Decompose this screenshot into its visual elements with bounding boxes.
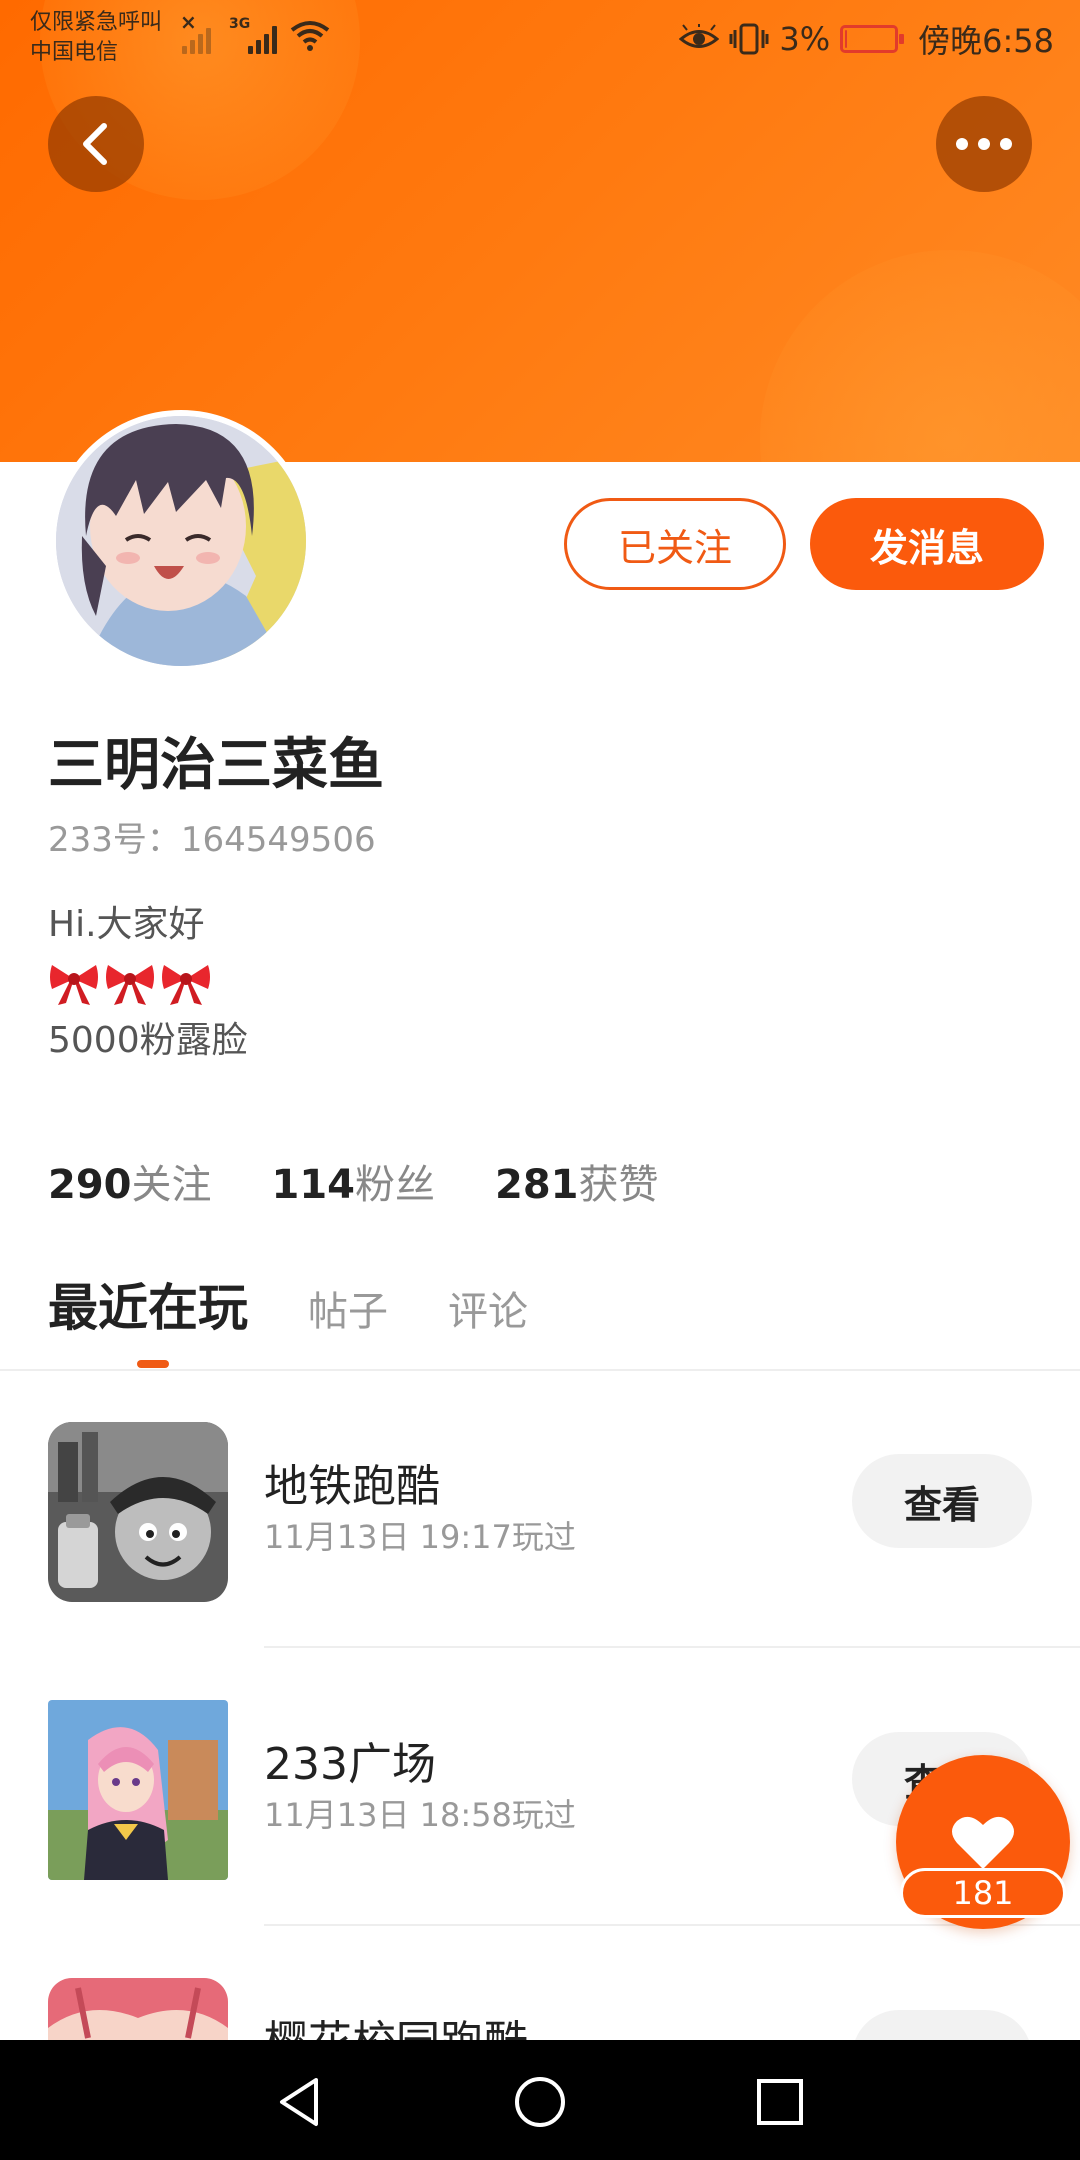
wifi-icon <box>290 21 330 51</box>
vibrate-icon <box>729 23 769 55</box>
bow-ribbon-icon <box>162 965 210 1005</box>
likes-stat[interactable]: 281获赞 <box>495 1152 659 1210</box>
carrier-info: 仅限紧急呼叫 中国电信 <box>30 8 162 68</box>
battery-percent: 3% <box>779 20 831 58</box>
status-right-group: 3% 傍晚6:58 <box>679 14 1054 64</box>
profile-screen: { "status_bar": { "carrier_line1": "仅限紧急… <box>0 0 1080 2160</box>
bow-ribbon-icon <box>50 965 98 1005</box>
stat-label: 粉丝 <box>355 1162 435 1208</box>
nav-back-button[interactable] <box>260 2062 340 2142</box>
stat-number: 114 <box>271 1162 356 1208</box>
game-last-played: 11月13日 19:17玩过 <box>264 1518 576 1556</box>
battery-icon <box>840 25 905 53</box>
circle-home-icon <box>515 2077 565 2127</box>
carrier-line-2: 中国电信 <box>30 40 119 65</box>
view-game-button[interactable]: 查看 <box>852 1454 1032 1548</box>
heart-icon <box>952 1816 1014 1869</box>
back-button[interactable] <box>48 96 144 192</box>
user-id: 233号：164549506 <box>48 820 376 860</box>
bio-line-1: Hi.大家好 <box>48 904 205 945</box>
bio-emoji-row <box>48 954 248 1012</box>
status-bar: 仅限紧急呼叫 中国电信 × 3G 3% 傍晚6:58 <box>0 0 1080 76</box>
233-plaza-game-icon <box>48 1700 228 1880</box>
list-divider <box>264 1646 1080 1648</box>
game-title: 233广场 <box>264 1739 436 1790</box>
following-stat[interactable]: 290关注 <box>48 1152 212 1210</box>
followers-stat[interactable]: 114粉丝 <box>272 1152 436 1210</box>
profile-tabs: 最近在玩 帖子 评论 <box>48 1268 528 1340</box>
subway-surfers-game-icon <box>48 1422 228 1602</box>
profile-stats: 290关注 114粉丝 281获赞 <box>48 1152 659 1210</box>
avatar[interactable] <box>50 410 312 672</box>
more-dots-icon <box>956 138 1012 150</box>
signal-strength-1-icon <box>182 18 211 54</box>
more-options-button[interactable] <box>936 96 1032 192</box>
tab-comments[interactable]: 评论 <box>448 1279 528 1337</box>
battery-level-fill <box>845 30 848 48</box>
active-tab-indicator <box>137 1360 169 1368</box>
game-last-played: 11月13日 18:58玩过 <box>264 1796 576 1834</box>
stat-label: 获赞 <box>578 1162 659 1208</box>
user-bio: Hi.大家好 5000粉露脸 <box>48 896 248 1070</box>
bow-ribbon-icon <box>106 965 154 1005</box>
tab-posts[interactable]: 帖子 <box>308 1279 388 1337</box>
clock: 傍晚6:58 <box>918 22 1054 60</box>
nav-recent-apps-button[interactable] <box>740 2062 820 2142</box>
stat-label: 关注 <box>131 1162 212 1208</box>
carrier-line-1: 仅限紧急呼叫 <box>30 10 163 35</box>
tab-recently-played[interactable]: 最近在玩 <box>48 1268 248 1340</box>
system-navigation-bar <box>0 2040 1080 2160</box>
eye-comfort-icon <box>679 24 720 48</box>
tabs-divider <box>0 1369 1080 1371</box>
game-list-item[interactable]: 地铁跑酷 11月13日 19:17玩过 查看 <box>0 1372 1080 1650</box>
nav-home-button[interactable] <box>500 2062 580 2142</box>
send-message-button[interactable]: 发消息 <box>810 498 1044 590</box>
chevron-left-icon <box>83 123 107 165</box>
bio-line-3: 5000粉露脸 <box>48 1020 248 1061</box>
stat-number: 281 <box>495 1162 579 1208</box>
anime-girl-avatar-image <box>56 416 306 666</box>
game-title: 地铁跑酷 <box>264 1461 440 1512</box>
user-name: 三明治三菜鱼 <box>48 733 384 798</box>
followed-button[interactable]: 已关注 <box>564 498 786 590</box>
like-count-badge: 181 <box>900 1868 1066 1918</box>
stat-number: 290 <box>48 1162 132 1208</box>
triangle-back-icon <box>280 2078 318 2126</box>
signal-strength-2-icon <box>248 18 277 54</box>
square-recent-icon <box>757 2079 803 2125</box>
